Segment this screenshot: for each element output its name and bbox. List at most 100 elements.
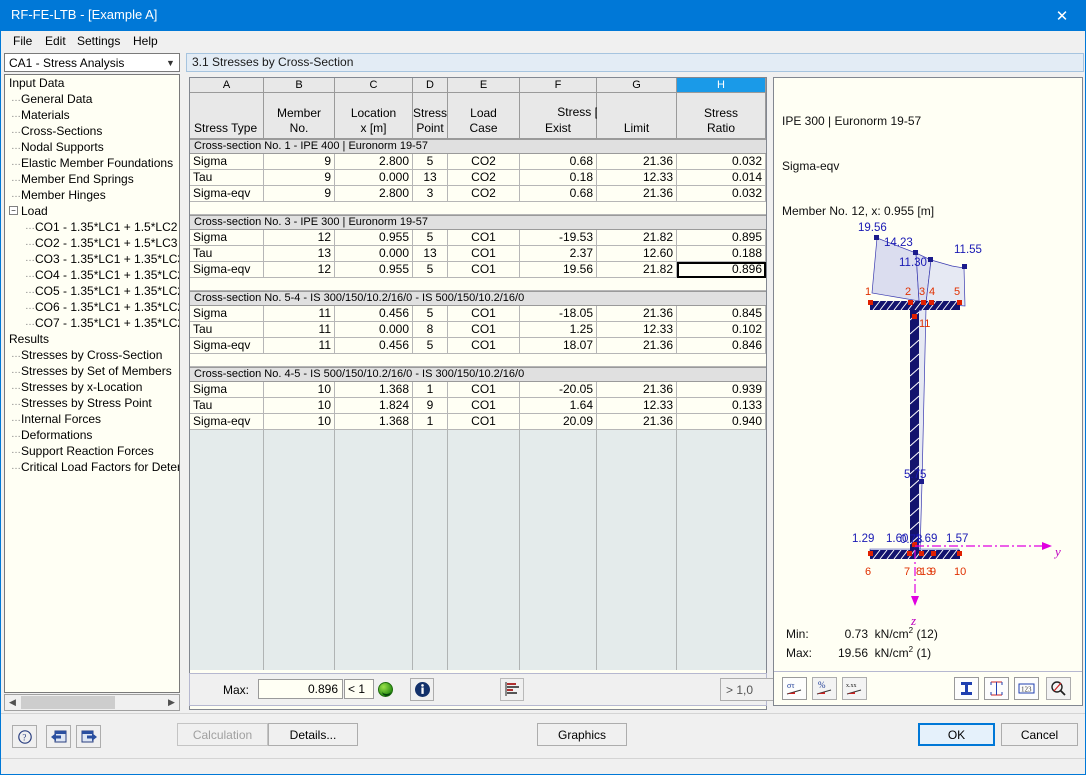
table-row[interactable]: Sigma-eqv120.9555CO119.5621.820.896	[190, 262, 766, 278]
table-cell[interactable]: 11	[264, 338, 335, 354]
column-title-b[interactable]: MemberNo.	[264, 93, 335, 139]
table-cell[interactable]: 21.36	[597, 186, 677, 202]
column-header-g[interactable]: G	[597, 78, 677, 93]
table-cell[interactable]: Tau	[190, 398, 264, 414]
dimensions-icon[interactable]	[984, 677, 1009, 700]
table-cell[interactable]: 9	[264, 170, 335, 186]
table-cell[interactable]: 21.36	[597, 414, 677, 430]
tree-node-8[interactable]: −Load	[5, 203, 179, 219]
table-cell[interactable]: 2.37	[520, 246, 597, 262]
stress-point-numbers-icon[interactable]: 123	[1014, 677, 1039, 700]
table-cell[interactable]: Sigma	[190, 382, 264, 398]
tree-node-20[interactable]: …Stresses by Stress Point	[5, 395, 179, 411]
analysis-case-combo[interactable]: CA1 - Stress Analysis ▼	[4, 53, 180, 72]
scrollbar-thumb[interactable]	[21, 696, 115, 709]
table-cell[interactable]: 1	[413, 414, 448, 430]
tree-node-17[interactable]: …Stresses by Cross-Section	[5, 347, 179, 363]
table-row[interactable]: Tau90.00013CO20.1812.330.014	[190, 170, 766, 186]
cross-section-icon[interactable]	[954, 677, 979, 700]
table-cell[interactable]: 12.33	[597, 170, 677, 186]
table-row[interactable]: Sigma92.8005CO20.6821.360.032	[190, 154, 766, 170]
scroll-right-arrow-icon[interactable]: ▶	[164, 695, 179, 710]
column-header-f[interactable]: F	[520, 78, 597, 93]
table-cell[interactable]: 9	[413, 398, 448, 414]
menu-item-settings[interactable]: Settings	[71, 33, 126, 50]
table-row[interactable]: Sigma101.3681CO1-20.0521.360.939	[190, 382, 766, 398]
table-cell[interactable]: Sigma-eqv	[190, 262, 264, 278]
tree-node-1[interactable]: …General Data	[5, 91, 179, 107]
table-row[interactable]: Tau110.0008CO11.2512.330.102	[190, 322, 766, 338]
table-cell[interactable]: CO2	[448, 170, 520, 186]
next-page-icon[interactable]	[76, 725, 101, 748]
table-cell[interactable]: Tau	[190, 170, 264, 186]
table-cell[interactable]: Sigma-eqv	[190, 338, 264, 354]
column-title-h[interactable]: StressRatio	[677, 93, 766, 139]
table-cell[interactable]: 1.368	[335, 414, 413, 430]
tree-node-14[interactable]: …CO6 - 1.35*LC1 + 1.35*LC2	[5, 299, 179, 315]
table-cell[interactable]: 12.33	[597, 398, 677, 414]
table-cell[interactable]: CO1	[448, 338, 520, 354]
details-button[interactable]: Details...	[268, 723, 358, 746]
table-cell[interactable]: CO1	[448, 398, 520, 414]
table-cell[interactable]: 0.188	[677, 246, 766, 262]
tree-node-22[interactable]: …Deformations	[5, 427, 179, 443]
navigator-tree[interactable]: Input Data…General Data…Materials…Cross-…	[4, 74, 180, 693]
tree-node-16[interactable]: Results	[5, 331, 179, 347]
table-cell[interactable]: 0.133	[677, 398, 766, 414]
tree-node-6[interactable]: …Member End Springs	[5, 171, 179, 187]
table-cell[interactable]: Tau	[190, 322, 264, 338]
tree-node-12[interactable]: …CO4 - 1.35*LC1 + 1.35*LC2	[5, 267, 179, 283]
table-cell[interactable]: CO1	[448, 230, 520, 246]
table-cell[interactable]: 2.800	[335, 186, 413, 202]
table-cell[interactable]: 0.68	[520, 186, 597, 202]
max-value-field[interactable]: 0.896	[258, 679, 343, 699]
table-cell[interactable]: 10	[264, 382, 335, 398]
percent-toggle-icon[interactable]: %	[812, 677, 837, 700]
column-header-a[interactable]: A	[190, 78, 264, 93]
table-cell[interactable]: 0.014	[677, 170, 766, 186]
table-cell[interactable]: 3	[413, 186, 448, 202]
table-cell[interactable]: 0.940	[677, 414, 766, 430]
tree-node-23[interactable]: …Support Reaction Forces	[5, 443, 179, 459]
table-cell[interactable]: 0.896	[677, 262, 766, 278]
table-cell[interactable]: 0.102	[677, 322, 766, 338]
table-cell[interactable]: Sigma	[190, 230, 264, 246]
calculation-button[interactable]: Calculation	[177, 723, 268, 746]
table-row[interactable]: Sigma110.4565CO1-18.0521.360.845	[190, 306, 766, 322]
empty-grid-area[interactable]	[190, 430, 766, 670]
table-cell[interactable]: Sigma-eqv	[190, 186, 264, 202]
tree-node-19[interactable]: …Stresses by x-Location	[5, 379, 179, 395]
table-cell[interactable]: 0.939	[677, 382, 766, 398]
table-cell[interactable]: 21.36	[597, 154, 677, 170]
table-cell[interactable]: 10	[264, 414, 335, 430]
tree-node-9[interactable]: …CO1 - 1.35*LC1 + 1.5*LC2 -	[5, 219, 179, 235]
table-cell[interactable]: CO1	[448, 246, 520, 262]
table-cell[interactable]: 11	[264, 322, 335, 338]
bar-chart-icon[interactable]	[500, 678, 524, 701]
menu-item-edit[interactable]: Edit	[39, 33, 72, 50]
menu-item-help[interactable]: Help	[127, 33, 164, 50]
table-cell[interactable]: 11	[264, 306, 335, 322]
zoom-icon[interactable]	[1046, 677, 1071, 700]
table-cell[interactable]: CO1	[448, 322, 520, 338]
table-cell[interactable]: 0.000	[335, 322, 413, 338]
tree-node-7[interactable]: …Member Hinges	[5, 187, 179, 203]
tree-node-24[interactable]: …Critical Load Factors for Determ	[5, 459, 179, 475]
menu-item-file[interactable]: File	[7, 33, 38, 50]
table-cell[interactable]: 9	[264, 154, 335, 170]
table-cell[interactable]: 5	[413, 230, 448, 246]
tree-node-3[interactable]: …Cross-Sections	[5, 123, 179, 139]
column-title-c[interactable]: Locationx [m]	[335, 93, 413, 139]
table-cell[interactable]: CO1	[448, 382, 520, 398]
table-cell[interactable]: 12	[264, 230, 335, 246]
tree-node-15[interactable]: …CO7 - 1.35*LC1 + 1.35*LC2	[5, 315, 179, 331]
scroll-left-arrow-icon[interactable]: ◀	[5, 695, 20, 710]
table-cell[interactable]: 0.955	[335, 230, 413, 246]
table-cell[interactable]: 21.36	[597, 306, 677, 322]
table-cell[interactable]: 12	[264, 262, 335, 278]
table-cell[interactable]: 12.33	[597, 322, 677, 338]
stress-results-table[interactable]: ABCDEFGHStress TypeMemberNo.Locationx [m…	[189, 77, 767, 710]
table-cell[interactable]: 5	[413, 306, 448, 322]
table-cell[interactable]: 18.07	[520, 338, 597, 354]
table-cell[interactable]: CO2	[448, 154, 520, 170]
